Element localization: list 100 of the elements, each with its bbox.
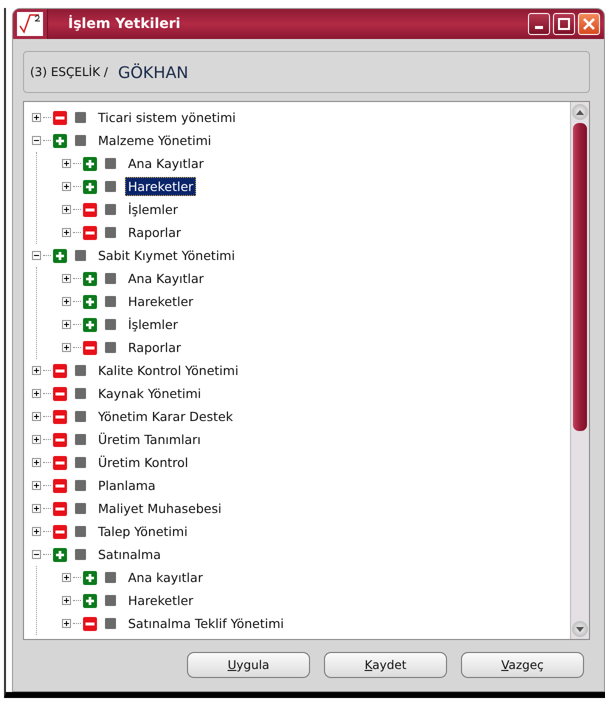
square-icon [105,227,116,238]
square-icon [75,434,86,445]
scroll-up-icon[interactable] [576,110,584,114]
expand-icon[interactable] [62,205,71,214]
square-icon [75,549,86,560]
collapse-icon[interactable] [32,136,41,145]
minus-icon[interactable] [53,432,67,446]
tree-item[interactable]: Ana Kayıtlar [125,269,207,288]
expand-icon[interactable] [32,481,41,490]
minus-icon[interactable] [53,524,67,538]
maximize-button[interactable] [553,13,575,35]
tree-item[interactable]: Ana Kayıtlar [125,154,207,173]
tree-item[interactable]: Hareketler [125,177,196,196]
tree-item[interactable]: Hareketler [125,591,196,610]
expand-icon[interactable] [62,274,71,283]
tree-item[interactable]: Satınalma [95,545,164,564]
plus-icon[interactable] [53,134,67,148]
expand-icon[interactable] [32,458,41,467]
expand-icon[interactable] [62,320,71,329]
tree-item[interactable]: Maliyet Muhasebesi [95,499,224,518]
expand-icon[interactable] [62,228,71,237]
expand-icon[interactable] [32,389,41,398]
collapse-icon[interactable] [32,251,41,260]
scrollbar-thumb[interactable] [573,123,587,431]
tree-item[interactable]: Üretim Kontrol [95,453,192,472]
tree-item[interactable]: Raporlar [125,223,184,242]
minus-icon[interactable] [83,226,97,240]
action-button[interactable]: Vazgeç [461,652,584,678]
collapse-icon[interactable] [32,550,41,559]
plus-icon[interactable] [83,594,97,608]
scroll-down-icon[interactable] [576,626,584,632]
square-icon [105,273,116,284]
square-icon [105,319,116,330]
expand-icon[interactable] [32,366,41,375]
tree-item[interactable]: Sabit Kıymet Yönetimi [95,246,238,265]
tree-item[interactable]: Ticari sistem yönetimi [95,108,239,127]
minus-icon[interactable] [83,616,97,630]
plus-icon[interactable] [83,156,97,170]
tree-item[interactable]: Kaynak Yönetimi [95,384,204,403]
expand-icon[interactable] [32,412,41,421]
close-icon [583,18,595,30]
tree-item[interactable]: Yönetim Karar Destek [95,407,236,426]
action-button[interactable]: Kaydet [324,652,447,678]
minus-icon[interactable] [53,110,67,124]
company-label: (3) ESÇELİK / [30,65,108,79]
tree-item[interactable]: Talep Yönetimi [95,522,191,541]
square-icon [75,135,86,146]
square-icon [105,296,116,307]
action-button[interactable]: Uygula [187,652,310,678]
tree-item[interactable]: Hareketler [125,292,196,311]
tree-item[interactable]: İşlemler [125,315,181,334]
close-button[interactable] [578,13,600,35]
expand-icon[interactable] [32,527,41,536]
tree-item[interactable]: İşlemler [125,200,181,219]
square-icon [75,388,86,399]
tree-item[interactable]: Malzeme Yönetimi [95,131,214,150]
plus-icon[interactable] [83,180,97,194]
plus-icon[interactable] [83,570,97,584]
minus-icon[interactable] [53,410,67,424]
expand-icon[interactable] [32,113,41,122]
tree-item[interactable]: Kalite Kontrol Yönetimi [95,361,242,380]
plus-icon[interactable] [83,294,97,308]
tree-item[interactable]: Satınalma Teklif Yönetimi [125,614,287,633]
minus-icon[interactable] [83,202,97,216]
square-icon [75,503,86,514]
expand-icon[interactable] [62,619,71,628]
square-icon [105,158,116,169]
square-icon [75,250,86,261]
expand-icon[interactable] [62,343,71,352]
minimize-button[interactable] [528,13,550,35]
expand-icon[interactable] [62,182,71,191]
minus-icon[interactable] [53,456,67,470]
maximize-icon [558,18,570,30]
expand-icon[interactable] [62,159,71,168]
square-icon [105,342,116,353]
expand-icon[interactable] [62,297,71,306]
square-icon [105,618,116,629]
expand-icon[interactable] [32,435,41,444]
minus-icon[interactable] [53,478,67,492]
tree-item[interactable]: Ana kayıtlar [125,568,206,587]
tree-item[interactable]: Raporlar [125,338,184,357]
square-icon [105,595,116,606]
tree-item[interactable]: Planlama [95,476,159,495]
minus-icon[interactable] [53,386,67,400]
scrollbar[interactable] [570,102,589,639]
minus-icon[interactable] [53,364,67,378]
plus-icon[interactable] [53,248,67,262]
square-icon [105,181,116,192]
square-icon [75,457,86,468]
window-title: İşlem Yetkileri [68,16,182,32]
expand-icon[interactable] [62,573,71,582]
expand-icon[interactable] [32,504,41,513]
square-icon [75,526,86,537]
plus-icon[interactable] [53,548,67,562]
tree-item[interactable]: Üretim Tanımları [95,430,204,449]
expand-icon[interactable] [62,596,71,605]
plus-icon[interactable] [83,318,97,332]
plus-icon[interactable] [83,272,97,286]
minus-icon[interactable] [83,340,97,354]
minus-icon[interactable] [53,502,67,516]
